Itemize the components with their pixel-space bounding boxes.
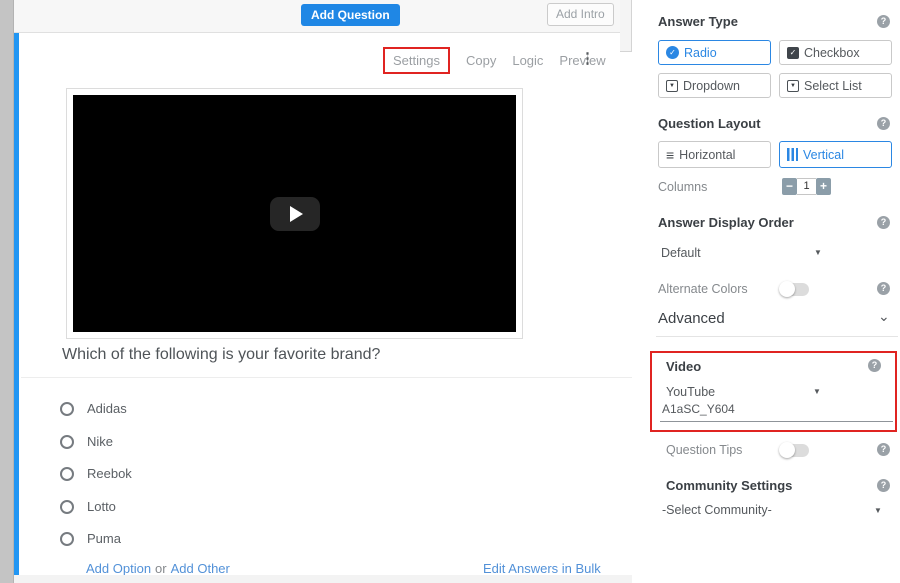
answer-option-label[interactable]: Lotto <box>87 499 116 514</box>
option-links: Add Option or Add Other <box>86 561 230 576</box>
add-intro-button[interactable]: Add Intro <box>547 3 614 26</box>
play-icon <box>290 206 303 222</box>
answer-option-label[interactable]: Reebok <box>87 466 132 481</box>
answer-option-row[interactable]: Adidas <box>60 401 127 416</box>
radio-button[interactable] <box>60 435 74 449</box>
radio-button[interactable] <box>60 532 74 546</box>
answer-type-heading: Answer Type <box>658 14 738 29</box>
question-tips-label: Question Tips <box>666 443 742 457</box>
answer-option-row[interactable]: Lotto <box>60 499 116 514</box>
alternate-colors-toggle[interactable] <box>780 283 809 296</box>
answer-type-label: Dropdown <box>683 79 740 93</box>
answer-option-label[interactable]: Puma <box>87 531 121 546</box>
question-divider <box>21 377 632 378</box>
answer-type-radio-button[interactable]: ✓ Radio <box>658 40 771 65</box>
help-icon[interactable]: ? <box>877 479 890 492</box>
video-heading: Video <box>666 359 701 374</box>
chevron-down-icon[interactable]: ▼ <box>813 387 821 396</box>
add-other-link[interactable]: Add Other <box>171 561 230 576</box>
layout-vertical-button[interactable]: Vertical <box>779 141 892 168</box>
answer-display-order-heading: Answer Display Order <box>658 215 794 230</box>
question-action-tabs: Settings Copy Logic Preview <box>383 47 606 74</box>
left-gutter <box>0 0 14 583</box>
video-canvas <box>73 95 516 332</box>
columns-value[interactable]: 1 <box>797 178 816 195</box>
tab-logic[interactable]: Logic <box>512 48 543 73</box>
columns-stepper: − 1 + <box>782 178 831 195</box>
tab-copy[interactable]: Copy <box>466 48 496 73</box>
question-tips-toggle[interactable] <box>780 444 809 457</box>
answer-option-row[interactable]: Reebok <box>60 466 132 481</box>
layout-label: Vertical <box>803 148 844 162</box>
tab-settings[interactable]: Settings <box>383 47 450 74</box>
vertical-bars-icon <box>787 148 798 161</box>
radio-button[interactable] <box>60 402 74 416</box>
select-list-icon: ▼ <box>787 80 799 92</box>
add-question-button[interactable]: Add Question <box>301 4 400 26</box>
answer-type-label: Select List <box>804 79 862 93</box>
answer-type-dropdown-button[interactable]: ▼ Dropdown <box>658 73 771 98</box>
layout-horizontal-button[interactable]: ≡ Horizontal <box>658 141 771 168</box>
plus-button[interactable]: + <box>816 178 831 195</box>
edit-answers-in-bulk-link[interactable]: Edit Answers in Bulk <box>483 561 601 576</box>
radio-check-icon: ✓ <box>666 46 679 59</box>
horizontal-lines-icon: ≡ <box>666 149 674 161</box>
add-option-link[interactable]: Add Option <box>86 561 151 576</box>
play-button[interactable] <box>270 197 320 231</box>
video-id-input[interactable] <box>660 400 893 422</box>
layout-label: Horizontal <box>679 148 735 162</box>
advanced-section-toggle[interactable]: Advanced <box>658 310 725 327</box>
chevron-down-icon[interactable]: ▼ <box>814 248 822 257</box>
kebab-menu-icon[interactable]: ⋮ <box>580 49 595 67</box>
answer-type-label: Radio <box>684 46 717 60</box>
answer-display-order-select[interactable]: Default <box>661 246 701 260</box>
toggle-knob <box>779 442 795 458</box>
answer-type-select-list-button[interactable]: ▼ Select List <box>779 73 892 98</box>
chevron-down-icon[interactable]: ▼ <box>874 506 882 515</box>
answer-type-label: Checkbox <box>804 46 860 60</box>
question-video-player <box>66 88 523 339</box>
help-icon[interactable]: ? <box>877 216 890 229</box>
alternate-colors-label: Alternate Colors <box>658 282 748 296</box>
survey-builder-screen: Add Question Add Intro Settings Copy Log… <box>0 0 900 583</box>
help-icon[interactable]: ? <box>877 15 890 28</box>
minus-button[interactable]: − <box>782 178 797 195</box>
answer-type-options: ✓ Radio ✓ Checkbox ▼ Dropdown ▼ Select L… <box>658 40 892 98</box>
chevron-down-icon[interactable]: ⌄ <box>878 308 890 325</box>
help-icon[interactable]: ? <box>877 443 890 456</box>
question-title[interactable]: Which of the following is your favorite … <box>62 346 380 364</box>
answer-type-checkbox-button[interactable]: ✓ Checkbox <box>779 40 892 65</box>
help-icon[interactable]: ? <box>877 282 890 295</box>
section-divider <box>656 336 898 337</box>
answer-option-row[interactable]: Nike <box>60 434 113 449</box>
community-select[interactable]: -Select Community- <box>662 503 772 517</box>
answer-option-row[interactable]: Puma <box>60 531 121 546</box>
card-bottom-edge <box>14 575 632 583</box>
columns-label: Columns <box>658 180 707 194</box>
or-text: or <box>155 561 167 576</box>
video-provider-select[interactable]: YouTube <box>666 385 715 399</box>
answer-option-label[interactable]: Nike <box>87 434 113 449</box>
selected-question-indicator <box>14 33 19 583</box>
help-icon[interactable]: ? <box>868 359 881 372</box>
answer-option-label[interactable]: Adidas <box>87 401 127 416</box>
scrollbar-thumb[interactable] <box>620 0 632 52</box>
radio-button[interactable] <box>60 467 74 481</box>
toggle-knob <box>779 281 795 297</box>
community-settings-heading: Community Settings <box>666 478 792 493</box>
checkbox-icon: ✓ <box>787 47 799 59</box>
dropdown-icon: ▼ <box>666 80 678 92</box>
question-layout-heading: Question Layout <box>658 116 761 131</box>
question-layout-options: ≡ Horizontal Vertical <box>658 141 892 168</box>
radio-button[interactable] <box>60 500 74 514</box>
help-icon[interactable]: ? <box>877 117 890 130</box>
